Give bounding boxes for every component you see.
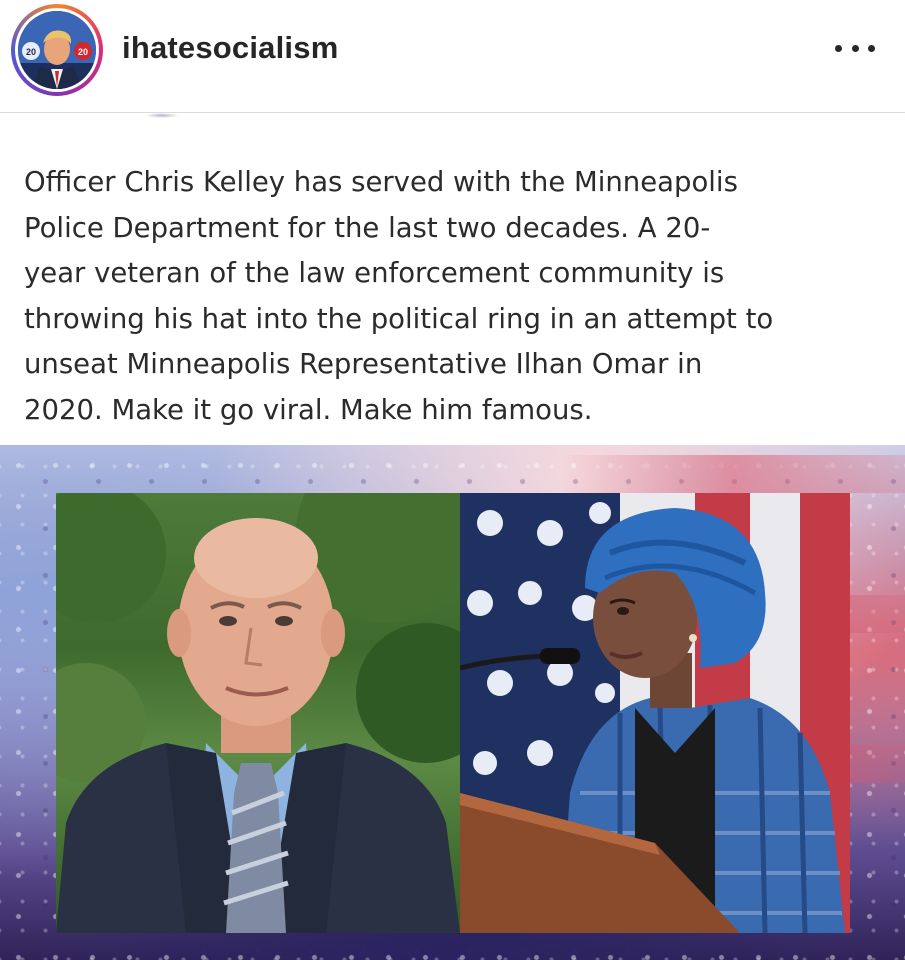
post-header: 20 20 ihatesocialism	[0, 0, 905, 113]
previous-content-sliver	[0, 113, 905, 123]
post-image[interactable]	[0, 445, 905, 960]
more-horizontal-icon[interactable]	[835, 38, 875, 58]
representative-photo	[460, 493, 850, 933]
more-dot	[868, 44, 875, 52]
avatar-portrait-graphic: 20 20	[18, 11, 96, 89]
more-dot	[835, 44, 842, 52]
more-dot	[851, 44, 859, 52]
candidate-photo	[56, 493, 460, 933]
post-caption: Officer Chris Kelley has served with the…	[24, 166, 774, 426]
username[interactable]: ihatesocialism	[122, 30, 338, 66]
avatar-image: 20 20	[18, 11, 96, 89]
avatar-badge-left: 20	[26, 47, 36, 57]
flag-stripe	[560, 455, 905, 493]
profile-avatar[interactable]: 20 20	[11, 4, 103, 96]
man-in-suit-photo	[56, 493, 460, 933]
woman-at-podium-photo	[460, 493, 850, 933]
avatar-badge-right: 20	[78, 47, 88, 57]
avatar-border: 20 20	[15, 8, 99, 92]
cropped-image-edge	[145, 113, 179, 118]
